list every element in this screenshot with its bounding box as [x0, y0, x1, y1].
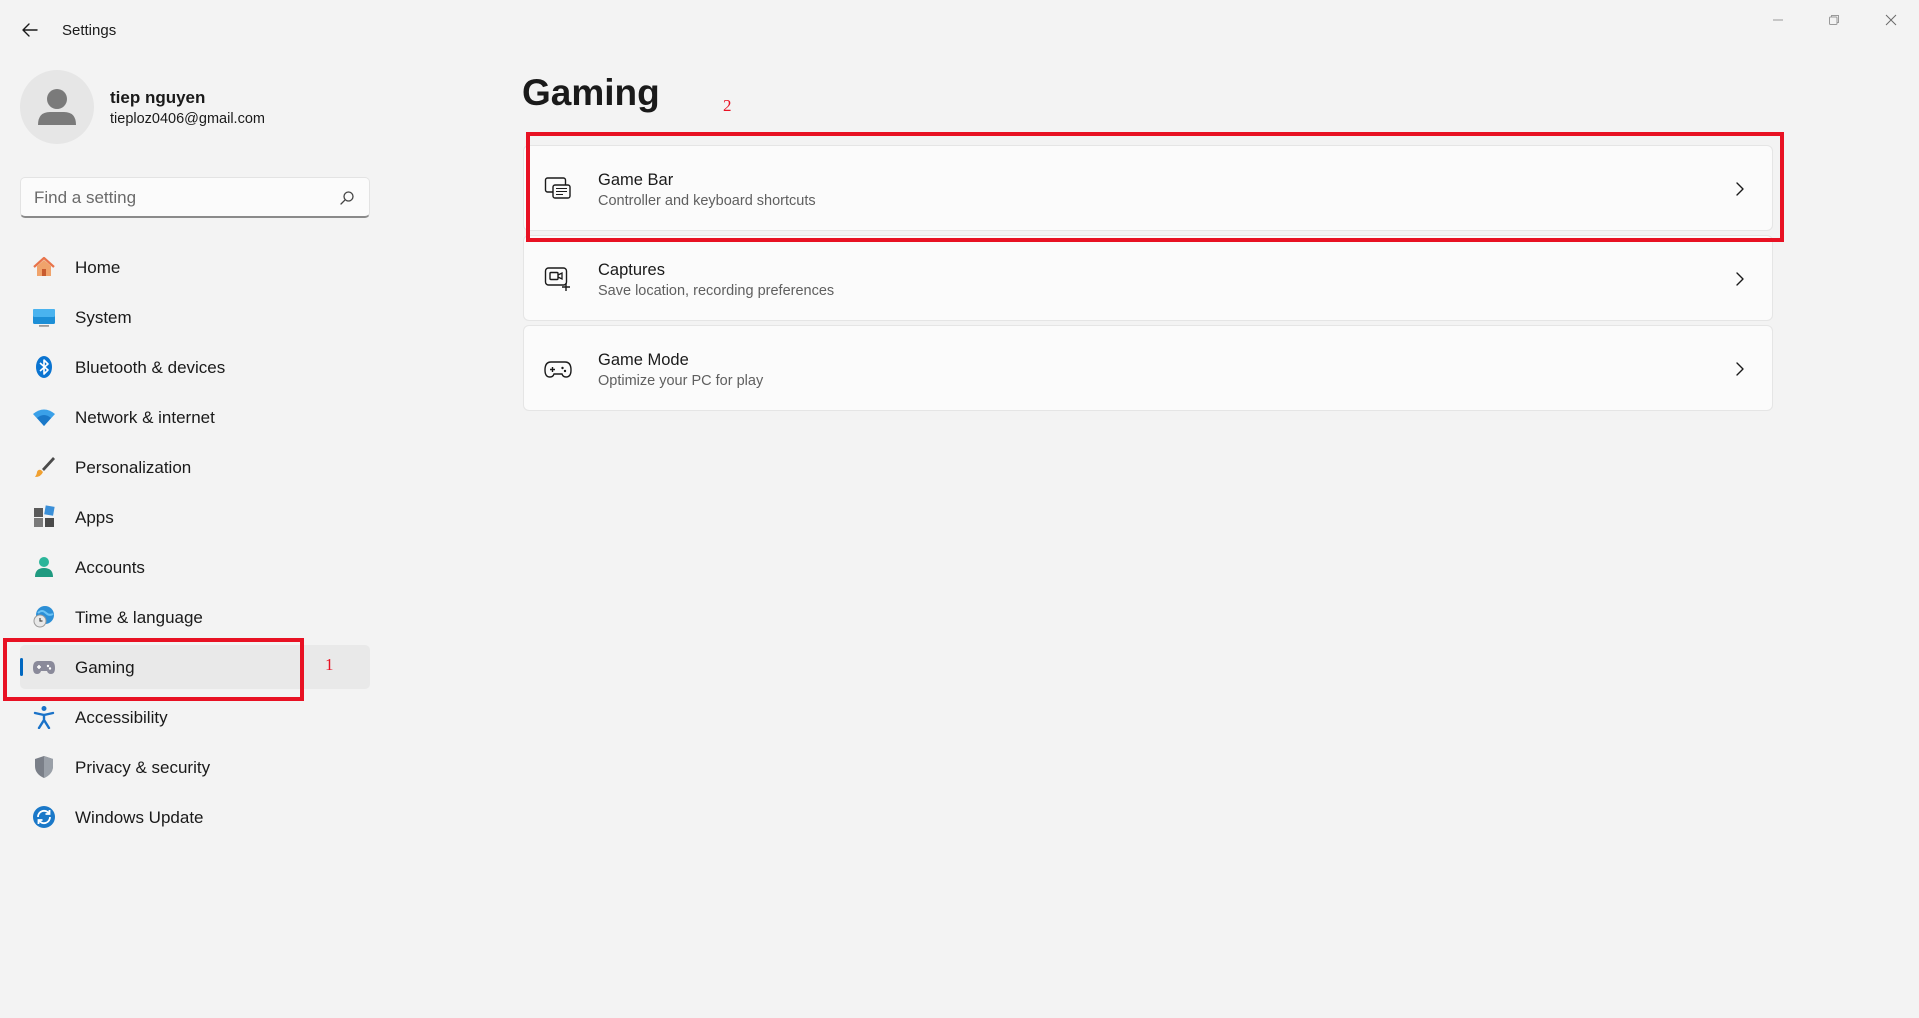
home-icon	[33, 256, 55, 276]
system-icon	[33, 309, 55, 327]
sidebar-nav: Home System Bluetooth & devices Network …	[20, 245, 370, 845]
sidebar-item-windows-update[interactable]: Windows Update	[20, 795, 370, 839]
user-icon	[38, 89, 76, 125]
card-subtitle: Save location, recording preferences	[598, 283, 835, 299]
game-mode-card[interactable]: Game Mode Optimize your PC for play	[523, 325, 1773, 411]
shield-icon	[35, 756, 53, 778]
globe-clock-icon	[33, 606, 54, 628]
user-email: tieploz0406@gmail.com	[110, 111, 265, 127]
sidebar-item-accessibility[interactable]: Accessibility	[20, 695, 370, 739]
accessibility-icon	[33, 706, 55, 729]
sidebar-item-accounts[interactable]: Accounts	[20, 545, 370, 589]
restore-icon	[1829, 15, 1839, 25]
card-subtitle: Optimize your PC for play	[598, 373, 764, 389]
update-icon	[33, 806, 55, 828]
annotation-box-2	[526, 132, 1784, 242]
restore-button[interactable]	[1814, 8, 1854, 32]
captures-card[interactable]: Captures Save location, recording prefer…	[523, 235, 1773, 321]
search-box[interactable]	[20, 177, 370, 218]
apps-icon	[34, 505, 55, 527]
close-button[interactable]	[1871, 8, 1911, 32]
annotation-label-1: 1	[325, 655, 334, 674]
avatar	[20, 70, 94, 144]
chevron-right-icon	[1736, 362, 1744, 376]
minimize-icon	[1773, 19, 1783, 21]
wifi-icon	[33, 409, 55, 426]
annotation-box-1	[3, 638, 304, 701]
arrow-left-icon	[22, 23, 38, 37]
search-icon	[340, 191, 354, 205]
user-name: tiep nguyen	[110, 88, 206, 107]
paintbrush-icon	[35, 457, 55, 477]
accounts-icon	[35, 557, 53, 577]
title-bar: Settings	[0, 0, 1919, 60]
sidebar-item-network[interactable]: Network & internet	[20, 395, 370, 439]
capture-icon	[544, 267, 570, 291]
sidebar-item-personalization[interactable]: Personalization	[20, 445, 370, 489]
annotation-label-2: 2	[723, 96, 732, 115]
minimize-button[interactable]	[1758, 8, 1798, 32]
back-button[interactable]	[18, 18, 42, 42]
chevron-right-icon	[1736, 272, 1744, 286]
sidebar-item-home[interactable]: Home	[20, 245, 370, 289]
game-mode-icon	[544, 361, 572, 378]
page-title: Gaming	[522, 72, 660, 113]
sidebar-item-apps[interactable]: Apps	[20, 495, 370, 539]
app-title: Settings	[62, 22, 117, 39]
search-input[interactable]	[34, 187, 324, 209]
card-title: Captures	[598, 261, 665, 279]
user-profile[interactable]: tiep nguyen tieploz0406@gmail.com	[20, 70, 360, 146]
sidebar-item-bluetooth[interactable]: Bluetooth & devices	[20, 345, 370, 389]
bluetooth-icon	[36, 356, 52, 378]
card-title: Game Mode	[598, 351, 689, 369]
sidebar-item-time-language[interactable]: Time & language	[20, 595, 370, 639]
close-icon	[1885, 14, 1897, 26]
sidebar-item-privacy-security[interactable]: Privacy & security	[20, 745, 370, 789]
sidebar-item-system[interactable]: System	[20, 295, 370, 339]
